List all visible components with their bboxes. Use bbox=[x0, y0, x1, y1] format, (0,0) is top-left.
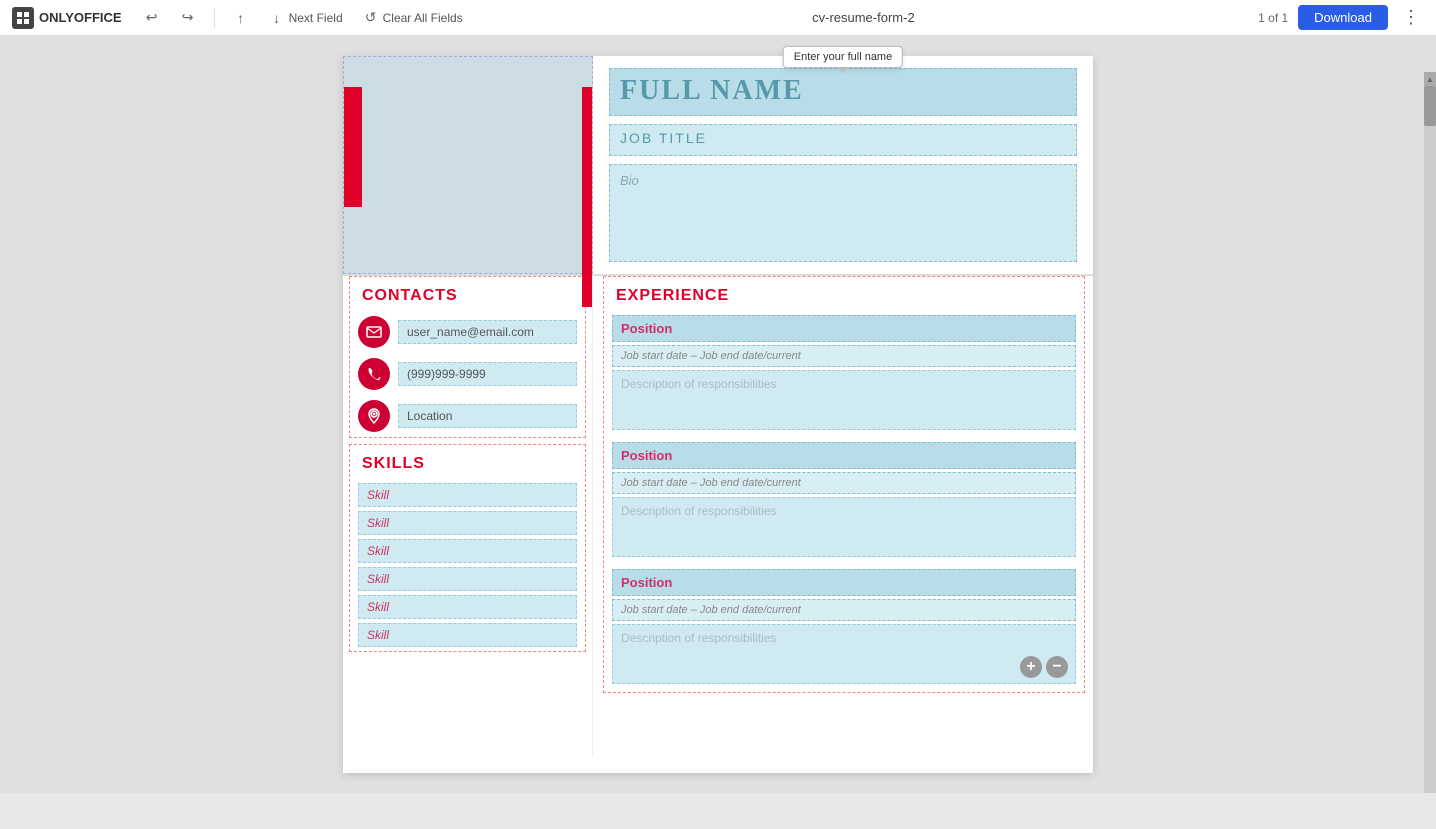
scrollbar[interactable]: ▲ ▼ bbox=[1424, 72, 1436, 793]
doc-header: Enter your full name FULL NAME JOB TITLE… bbox=[343, 56, 1093, 276]
skill-field-1[interactable]: Skill bbox=[358, 483, 577, 507]
photo-section bbox=[343, 56, 593, 274]
red-accent-right bbox=[582, 87, 592, 307]
exp-position-2[interactable]: Position bbox=[612, 442, 1076, 469]
skills-title: SKILLS bbox=[350, 445, 585, 479]
skills-section: SKILLS Skill Skill Skill Skill Skill Ski… bbox=[349, 444, 586, 652]
contacts-title: CONTACTS bbox=[350, 277, 585, 311]
full-name-field[interactable]: FULL NAME bbox=[609, 68, 1077, 116]
download-button[interactable]: Download bbox=[1298, 5, 1388, 30]
skill-field-5[interactable]: Skill bbox=[358, 595, 577, 619]
redo-button[interactable]: ↪ bbox=[174, 8, 202, 28]
exp-date-1[interactable]: Job start date – Job end date/current bbox=[612, 345, 1076, 367]
remove-entry-button[interactable]: − bbox=[1046, 656, 1068, 678]
experience-title: EXPERIENCE bbox=[604, 277, 1084, 311]
email-row: user_name@email.com bbox=[350, 311, 585, 353]
undo-icon: ↩ bbox=[144, 10, 160, 26]
phone-icon bbox=[366, 366, 382, 382]
main-area: Enter your full name FULL NAME JOB TITLE… bbox=[0, 36, 1436, 793]
more-options-button[interactable]: ⋮ bbox=[1398, 5, 1424, 30]
prev-field-button[interactable]: ↑ bbox=[227, 8, 255, 28]
exp-entry-1: Position Job start date – Job end date/c… bbox=[604, 311, 1084, 438]
divider-1 bbox=[214, 8, 215, 28]
phone-field[interactable]: (999)999-9999 bbox=[398, 362, 577, 386]
location-row: Location bbox=[350, 395, 585, 437]
logo-icon bbox=[12, 7, 34, 29]
document: Enter your full name FULL NAME JOB TITLE… bbox=[343, 56, 1093, 773]
phone-row: (999)999-9999 bbox=[350, 353, 585, 395]
exp-entry-2: Position Job start date – Job end date/c… bbox=[604, 438, 1084, 565]
exp-position-3[interactable]: Position bbox=[612, 569, 1076, 596]
experience-section: EXPERIENCE Position Job start date – Job… bbox=[603, 276, 1085, 693]
scroll-up-arrow[interactable]: ▲ bbox=[1424, 72, 1436, 86]
red-accent-left bbox=[344, 87, 362, 207]
app-name: ONLYOFFICE bbox=[39, 10, 122, 25]
document-title-area: cv-resume-form-2 bbox=[477, 10, 1250, 25]
name-section: Enter your full name FULL NAME JOB TITLE… bbox=[593, 56, 1093, 274]
job-title-field[interactable]: JOB TITLE bbox=[609, 124, 1077, 156]
photo-placeholder[interactable] bbox=[344, 57, 592, 273]
scroll-track bbox=[1424, 86, 1436, 793]
location-icon-circle bbox=[358, 400, 390, 432]
clear-fields-button[interactable]: ↺ Clear All Fields bbox=[357, 8, 469, 28]
location-icon bbox=[366, 408, 382, 424]
next-field-button[interactable]: ↓ Next Field bbox=[263, 8, 349, 28]
add-entry-button[interactable]: + bbox=[1020, 656, 1042, 678]
page-count: 1 of 1 bbox=[1258, 11, 1288, 25]
left-panel: CONTACTS user_name@email.com bbox=[343, 276, 593, 756]
skill-field-3[interactable]: Skill bbox=[358, 539, 577, 563]
exp-controls-3: + − bbox=[1020, 656, 1068, 678]
app-logo: ONLYOFFICE bbox=[12, 7, 122, 29]
prev-icon: ↑ bbox=[233, 10, 249, 26]
tooltip-full-name: Enter your full name bbox=[783, 46, 903, 68]
toolbar: ONLYOFFICE ↩ ↪ ↑ ↓ Next Field ↺ Clear Al… bbox=[0, 0, 1436, 36]
exp-position-1[interactable]: Position bbox=[612, 315, 1076, 342]
undo-button[interactable]: ↩ bbox=[138, 8, 166, 28]
skill-field-2[interactable]: Skill bbox=[358, 511, 577, 535]
exp-desc-2[interactable]: Description of responsibilities bbox=[612, 497, 1076, 557]
doc-body: CONTACTS user_name@email.com bbox=[343, 276, 1093, 756]
clear-icon: ↺ bbox=[363, 10, 379, 26]
phone-icon-circle bbox=[358, 358, 390, 390]
exp-date-3[interactable]: Job start date – Job end date/current bbox=[612, 599, 1076, 621]
bio-field[interactable]: Bio bbox=[609, 164, 1077, 262]
email-icon bbox=[366, 324, 382, 340]
next-icon: ↓ bbox=[269, 10, 285, 26]
exp-entry-3: Position Job start date – Job end date/c… bbox=[604, 565, 1084, 692]
right-panel: EXPERIENCE Position Job start date – Job… bbox=[593, 276, 1093, 756]
exp-desc-3[interactable]: Description of responsibilities bbox=[612, 624, 1076, 684]
redo-icon: ↪ bbox=[180, 10, 196, 26]
skill-field-4[interactable]: Skill bbox=[358, 567, 577, 591]
exp-date-2[interactable]: Job start date – Job end date/current bbox=[612, 472, 1076, 494]
location-field[interactable]: Location bbox=[398, 404, 577, 428]
contacts-section: CONTACTS user_name@email.com bbox=[349, 276, 586, 438]
email-icon-circle bbox=[358, 316, 390, 348]
skill-field-6[interactable]: Skill bbox=[358, 623, 577, 647]
document-title: cv-resume-form-2 bbox=[812, 10, 915, 25]
email-field[interactable]: user_name@email.com bbox=[398, 320, 577, 344]
scroll-thumb[interactable] bbox=[1424, 86, 1436, 126]
toolbar-right: 1 of 1 Download ⋮ bbox=[1258, 5, 1424, 30]
exp-desc-1[interactable]: Description of responsibilities bbox=[612, 370, 1076, 430]
